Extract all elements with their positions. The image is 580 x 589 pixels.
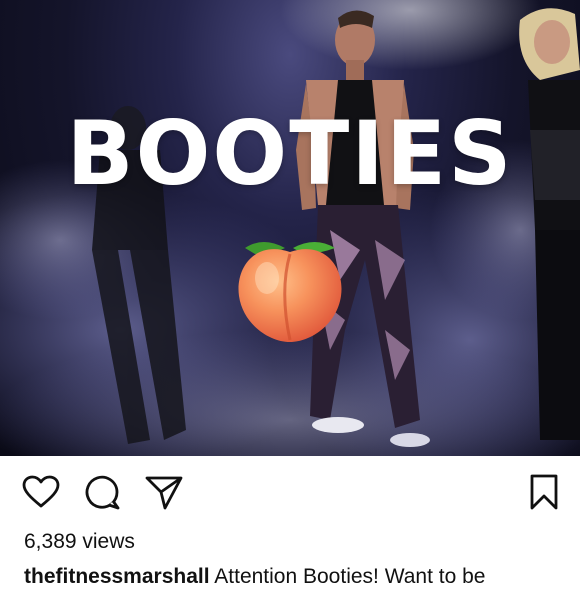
- video-scene: [0, 0, 580, 456]
- like-button[interactable]: [19, 470, 63, 514]
- post-caption: thefitnessmarshall Attention Booties! Wa…: [24, 565, 580, 589]
- views-count[interactable]: 6,389 views: [24, 530, 135, 554]
- comment-bubble-icon: [85, 475, 120, 510]
- bookmark-icon: [530, 474, 558, 510]
- share-button[interactable]: [142, 470, 186, 514]
- caption-text: Attention Booties! Want to be: [214, 565, 486, 588]
- peach-emoji-icon: [238, 242, 342, 342]
- send-paper-plane-icon: [145, 476, 183, 510]
- save-button[interactable]: [522, 470, 566, 514]
- overlay-title: BOOTIES: [66, 102, 514, 205]
- caption-username[interactable]: thefitnessmarshall: [24, 565, 210, 588]
- heart-icon: [22, 475, 60, 508]
- post-video[interactable]: BOOTIES: [0, 0, 580, 456]
- post-actions-bar: [0, 470, 580, 518]
- comment-button[interactable]: [80, 470, 124, 514]
